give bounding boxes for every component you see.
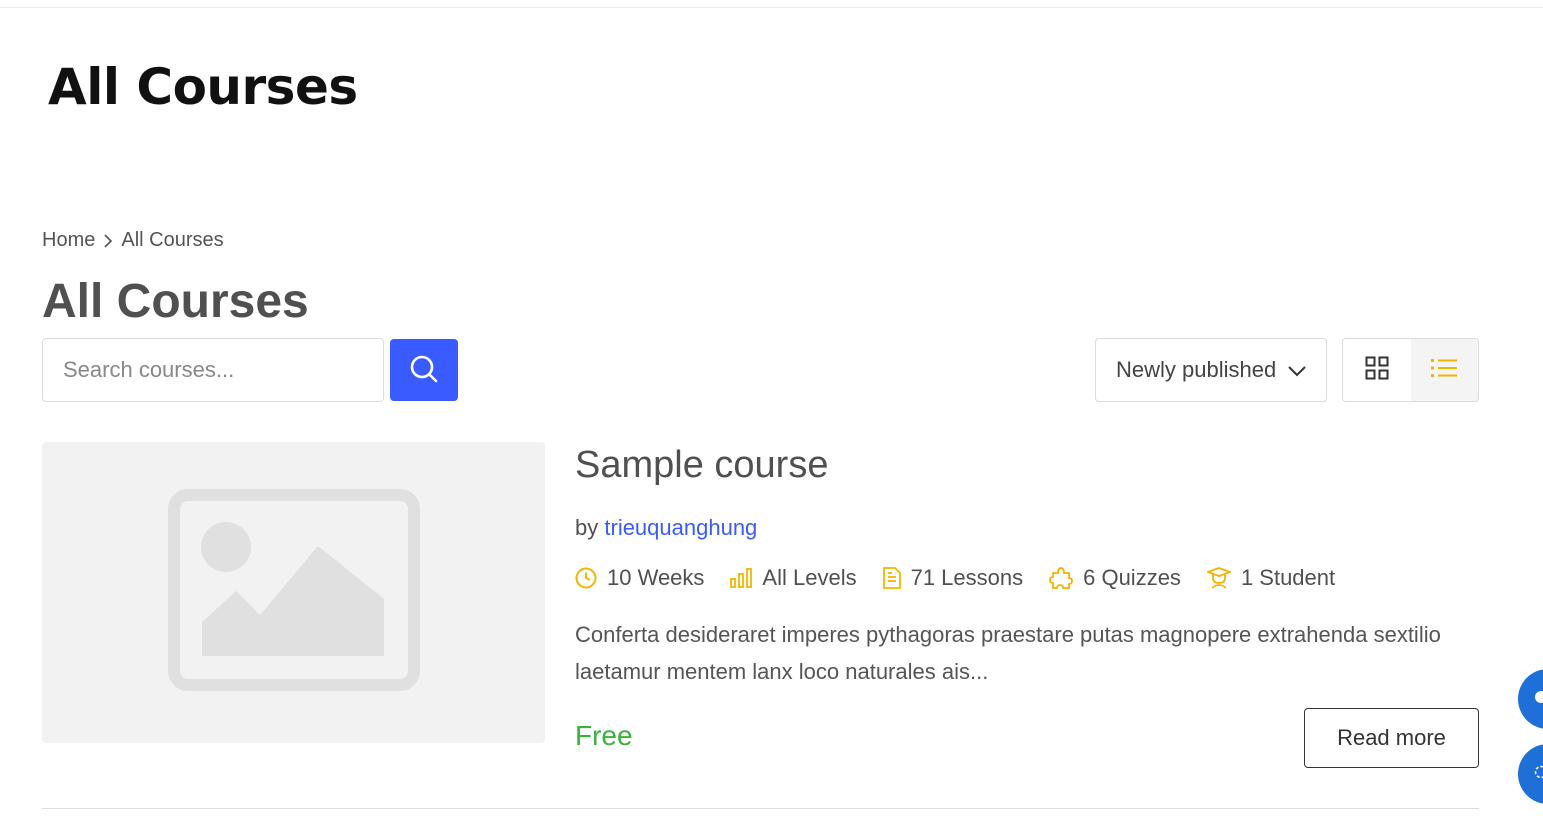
sort-dropdown[interactable]: Newly published bbox=[1095, 338, 1327, 402]
puzzle-icon bbox=[1049, 566, 1074, 590]
bar-chart-icon bbox=[730, 568, 753, 588]
quizzes-text: 6 Quizzes bbox=[1083, 565, 1181, 590]
course-price: Free bbox=[575, 720, 633, 751]
sort-selected-label: Newly published bbox=[1116, 357, 1277, 382]
breadcrumb: Home All Courses bbox=[42, 229, 224, 252]
course-thumbnail[interactable] bbox=[42, 442, 545, 743]
clock-icon bbox=[575, 567, 597, 589]
level-text: All Levels bbox=[762, 565, 857, 590]
bottom-divider bbox=[42, 808, 1479, 809]
site-header-title: All Courses bbox=[48, 58, 358, 116]
lessons-text: 71 Lessons bbox=[910, 565, 1024, 590]
list-view-button[interactable] bbox=[1410, 339, 1478, 401]
meta-quizzes: 6 Quizzes bbox=[1049, 565, 1181, 591]
spinner-icon bbox=[1534, 765, 1543, 784]
chat-icon bbox=[1534, 690, 1543, 709]
meta-level: All Levels bbox=[730, 565, 857, 591]
meta-duration: 10 Weeks bbox=[575, 565, 704, 591]
graduate-icon bbox=[1206, 567, 1231, 589]
page-title: All Courses bbox=[42, 275, 309, 328]
meta-students: 1 Student bbox=[1206, 565, 1336, 591]
floating-chat-button[interactable] bbox=[1518, 669, 1543, 729]
breadcrumb-current: All Courses bbox=[121, 229, 224, 251]
search-button[interactable] bbox=[390, 339, 458, 401]
course-title[interactable]: Sample course bbox=[575, 444, 828, 487]
breadcrumb-home[interactable]: Home bbox=[42, 229, 95, 252]
by-label: by bbox=[575, 515, 599, 540]
course-byline: by trieuquanghung bbox=[575, 515, 757, 541]
chevron-right-icon bbox=[103, 233, 113, 248]
students-text: 1 Student bbox=[1240, 565, 1336, 590]
list-icon bbox=[1431, 357, 1458, 384]
grid-view-button[interactable] bbox=[1343, 339, 1411, 401]
floating-action-button[interactable] bbox=[1518, 744, 1543, 804]
file-icon bbox=[882, 567, 901, 589]
meta-lessons: 71 Lessons bbox=[882, 565, 1024, 591]
chevron-down-icon bbox=[1288, 357, 1306, 383]
view-switcher bbox=[1342, 338, 1479, 402]
search-icon bbox=[409, 354, 439, 387]
image-placeholder-icon bbox=[167, 489, 420, 696]
search-input[interactable] bbox=[42, 338, 384, 402]
duration-text: 10 Weeks bbox=[607, 565, 705, 590]
grid-icon bbox=[1365, 356, 1389, 385]
author-link[interactable]: trieuquanghung bbox=[604, 515, 757, 540]
read-more-button[interactable]: Read more bbox=[1304, 708, 1479, 768]
top-divider bbox=[0, 7, 1543, 8]
course-meta: 10 Weeks All Levels 71 Lessons 6 Quizzes… bbox=[575, 565, 1335, 591]
course-excerpt: Conferta desideraret imperes pythagoras … bbox=[575, 622, 1441, 684]
